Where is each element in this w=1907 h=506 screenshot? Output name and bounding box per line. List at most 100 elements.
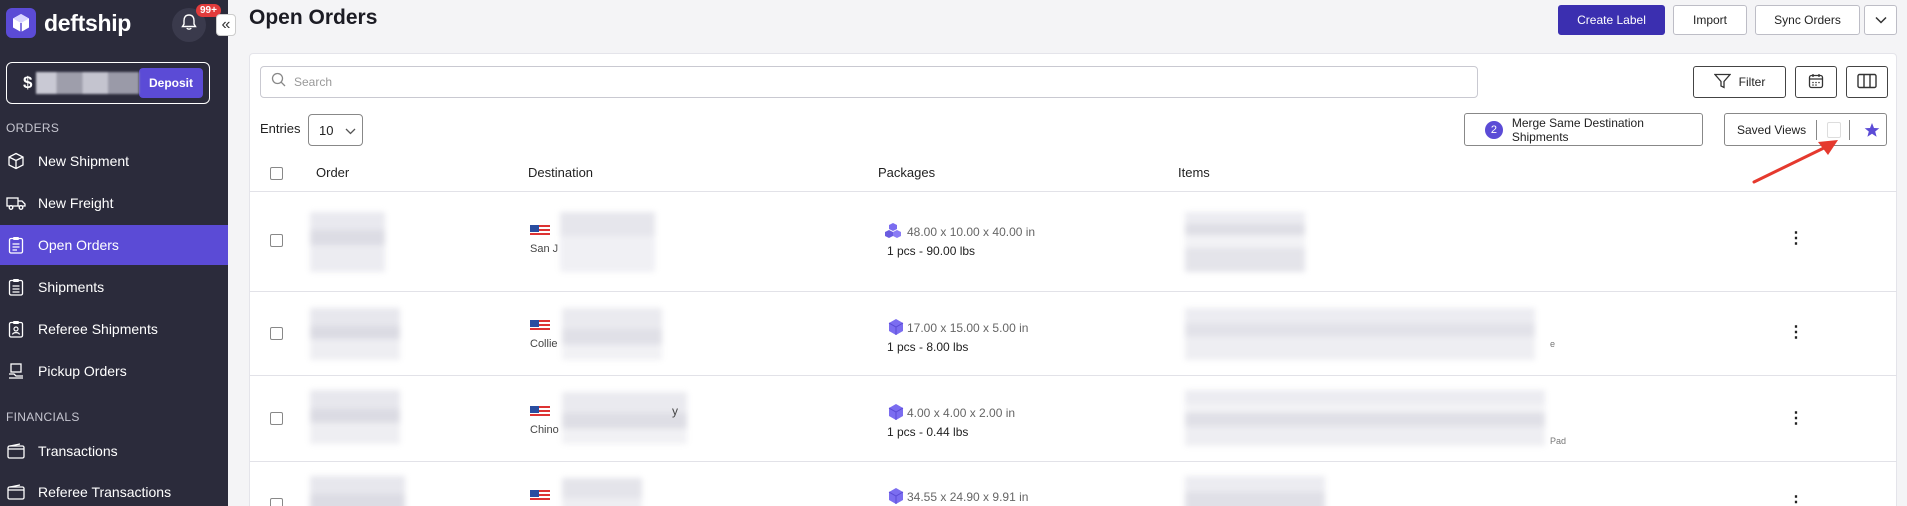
destination-redacted (562, 308, 662, 360)
row-actions-kebab-icon[interactable]: ⋮ (1788, 492, 1804, 506)
balance-currency: $ (23, 73, 33, 92)
sidebar-item-transactions[interactable]: Transactions (0, 431, 228, 471)
package-icon (887, 318, 905, 336)
clipboard-icon (6, 235, 26, 255)
row-actions-kebab-icon[interactable]: ⋮ (1788, 408, 1804, 428)
sidebar-item-pickup-orders[interactable]: Pickup Orders (0, 351, 228, 391)
destination-redacted (560, 212, 655, 272)
saved-views-label: Saved Views (1737, 122, 1807, 137)
clipboard-user-icon (6, 319, 26, 339)
items-redacted (1185, 308, 1535, 360)
column-header-destination: Destination (528, 165, 594, 180)
star-icon[interactable] (1864, 122, 1880, 138)
merge-count-badge: 2 (1485, 120, 1503, 139)
sidebar-item-new-freight[interactable]: New Freight (0, 183, 228, 223)
package-dimensions: 17.00 x 15.00 x 5.00 in (907, 321, 1029, 335)
collapse-sidebar-button[interactable]: « (216, 14, 236, 36)
sidebar-section-financials: FINANCIALS (6, 410, 80, 424)
order-id-redacted (310, 390, 400, 444)
package-weight: 1 pcs - 0.44 lbs (887, 425, 969, 439)
items-redacted (1185, 476, 1325, 506)
package-icon (887, 403, 905, 421)
columns-button[interactable] (1846, 66, 1888, 98)
entries-value: 10 (319, 122, 334, 138)
us-flag-icon (530, 320, 550, 332)
sidebar-item-label: Referee Shipments (38, 321, 158, 337)
row-checkbox[interactable] (270, 412, 283, 425)
table-row[interactable]: Chino y 4.00 x 4.00 x 2.00 in 1 pcs - 0.… (250, 376, 1897, 462)
destination-redacted (562, 392, 687, 444)
calendar-icon (1808, 73, 1824, 92)
us-flag-icon (530, 406, 550, 418)
truck-icon (6, 193, 26, 213)
row-actions-kebab-icon[interactable]: ⋮ (1788, 322, 1804, 342)
packages-stack-icon (884, 222, 902, 240)
box-icon (6, 151, 26, 171)
order-id-redacted (310, 212, 385, 272)
balance-box: $ Deposit (6, 62, 210, 104)
date-picker-button[interactable] (1795, 66, 1837, 98)
filter-button[interactable]: Filter (1693, 66, 1786, 98)
search-icon (271, 72, 286, 92)
order-id-redacted (310, 308, 400, 360)
sync-orders-button[interactable]: Sync Orders (1755, 5, 1860, 35)
items-redacted (1185, 390, 1545, 446)
import-button[interactable]: Import (1673, 5, 1747, 35)
sidebar-section-orders: ORDERS (6, 121, 60, 135)
merge-label: Merge Same Destination Shipments (1511, 115, 1644, 144)
package-weight: 1 pcs - 90.00 lbs (887, 244, 976, 258)
destination-city: Chino (530, 424, 559, 436)
clipboard-list-icon (6, 277, 26, 297)
search-field[interactable] (260, 66, 1478, 98)
table-row[interactable]: Collie 17.00 x 15.00 x 5.00 in 1 pcs - 8… (250, 292, 1897, 376)
bell-icon (181, 14, 197, 36)
table-row[interactable]: San J 48.00 x 10.00 x 40.00 in 1 pcs - 9… (250, 192, 1897, 292)
pickup-icon (6, 361, 26, 381)
select-all-checkbox[interactable] (270, 167, 283, 180)
search-input[interactable] (294, 75, 1380, 89)
page-title: Open Orders (249, 6, 378, 29)
sidebar-item-label: Open Orders (38, 237, 119, 253)
merge-same-destination-button[interactable]: 2 Merge Same Destination Shipments (1464, 113, 1703, 146)
package-dimensions: 4.00 x 4.00 x 2.00 in (907, 406, 1016, 420)
sidebar-item-referee-shipments[interactable]: Referee Shipments (0, 309, 228, 349)
brand[interactable]: deftship (6, 8, 131, 38)
columns-icon (1857, 73, 1877, 92)
more-actions-dropdown[interactable] (1864, 5, 1897, 35)
table-row[interactable]: 34.55 x 24.90 x 9.91 in ⋮ (250, 462, 1897, 506)
column-header-order: Order (316, 165, 350, 180)
destination-text-fragment: y (672, 404, 678, 418)
row-checkbox[interactable] (270, 234, 283, 247)
package-weight: 1 pcs - 8.00 lbs (887, 340, 969, 354)
row-checkbox[interactable] (270, 498, 283, 506)
table-header: Order Destination Packages Items (250, 158, 1897, 192)
balance-amount-redacted (36, 72, 139, 94)
deposit-button[interactable]: Deposit (138, 68, 203, 98)
package-dimensions: 48.00 x 10.00 x 40.00 in (907, 225, 1036, 239)
deftship-logo-icon (6, 8, 36, 38)
filter-label: Filter (1738, 75, 1766, 89)
sidebar-item-label: Shipments (38, 279, 105, 295)
wallet-user-icon (6, 482, 26, 502)
create-label-button[interactable]: Create Label (1558, 5, 1665, 35)
sidebar-item-label: Pickup Orders (38, 363, 127, 379)
sidebar-item-referee-transactions[interactable]: Referee Transactions (0, 472, 228, 506)
filter-icon (1713, 73, 1732, 92)
package-dimensions: 34.55 x 24.90 x 9.91 in (907, 490, 1029, 504)
package-icon (887, 487, 905, 505)
chevron-down-icon (1874, 13, 1887, 27)
entries-select[interactable]: 10 (308, 114, 363, 146)
column-header-items: Items (1178, 165, 1210, 180)
item-text-fragment: e (1550, 339, 1556, 349)
row-checkbox[interactable] (270, 327, 283, 340)
sidebar-item-new-shipment[interactable]: New Shipment (0, 141, 228, 181)
sidebar-item-label: New Freight (38, 195, 114, 211)
sidebar-item-shipments[interactable]: Shipments (0, 267, 228, 307)
sidebar-item-label: Transactions (38, 443, 118, 459)
us-flag-icon (530, 225, 550, 237)
row-actions-kebab-icon[interactable]: ⋮ (1788, 228, 1804, 248)
sidebar-item-open-orders[interactable]: Open Orders (0, 225, 228, 265)
items-redacted (1185, 212, 1305, 272)
order-id-redacted (310, 476, 405, 506)
annotation-arrow-icon (1752, 140, 1838, 184)
